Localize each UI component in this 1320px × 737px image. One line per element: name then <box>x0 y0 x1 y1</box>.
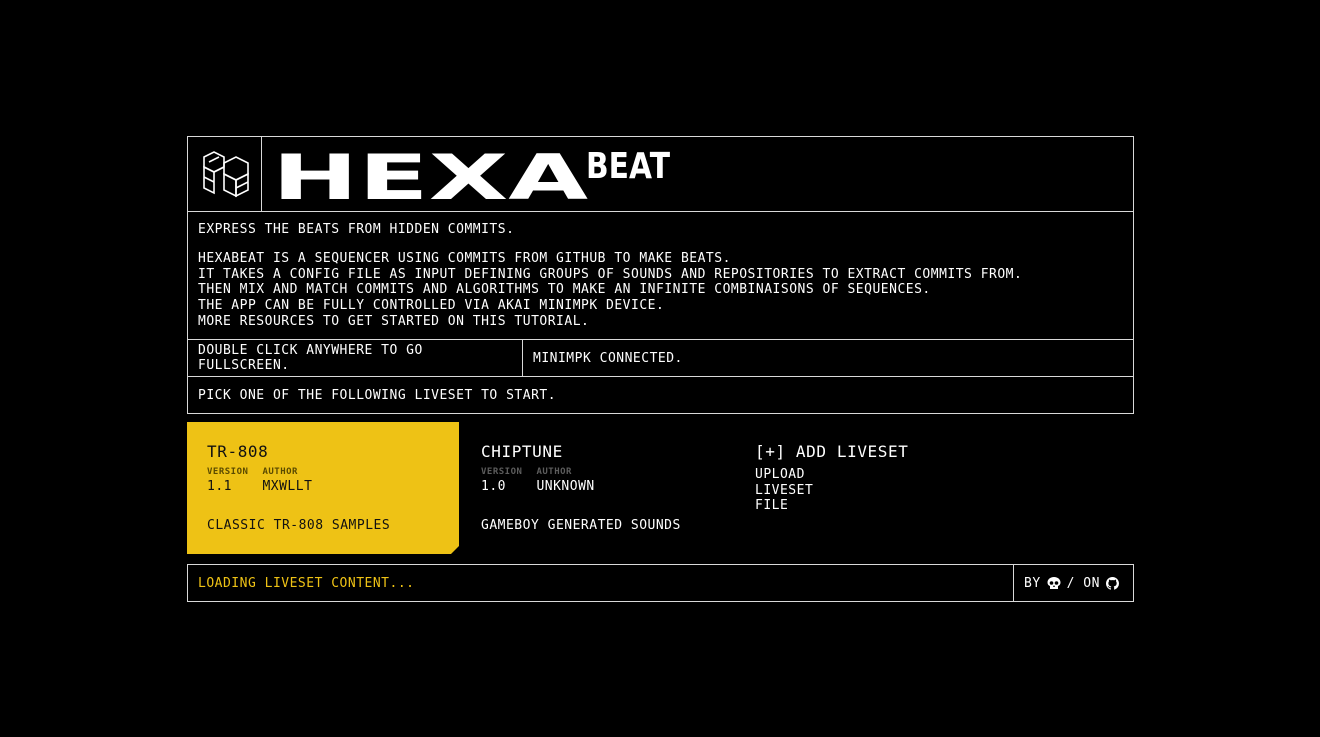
wordmark-main: HEXA <box>272 145 588 205</box>
pick-instruction: PICK ONE OF THE FOLLOWING LIVESET TO STA… <box>187 377 1134 414</box>
version-label: VERSION <box>207 467 249 477</box>
wordmark-sub: BEAT <box>586 146 670 187</box>
logo <box>188 137 262 211</box>
header: HEXA BEAT <box>187 136 1134 212</box>
upload-liveset-file-button[interactable]: UPLOAD LIVESET FILE <box>755 467 825 514</box>
liveset-list: TR-808 VERSION 1.1 AUTHOR MXWLLT CLASSIC… <box>187 422 1134 554</box>
intro-line: THEN MIX AND MATCH COMMITS AND ALGORITHM… <box>198 282 931 298</box>
status-row: DOUBLE CLICK ANYWHERE TO GO FULLSCREEN. … <box>187 340 1134 377</box>
intro-line: MORE RESOURCES TO GET STARTED ON THIS TU… <box>198 313 590 329</box>
author-label: AUTHOR <box>262 467 298 477</box>
intro-text: EXPRESS THE BEATS FROM HIDDEN COMMITS. H… <box>187 212 1134 340</box>
intro-line: THE APP CAN BE FULLY CONTROLLED VIA AKAI… <box>198 298 665 314</box>
hexabeat-hex-logo-icon <box>202 151 249 198</box>
liveset-name: CHIPTUNE <box>481 442 563 461</box>
credits: BY / ON <box>1014 565 1133 601</box>
author-label: AUTHOR <box>536 467 572 477</box>
liveset-description: GAMEBOY GENERATED SOUNDS <box>481 518 681 533</box>
author-value: MXWLLT <box>262 479 313 494</box>
github-icon <box>1105 576 1119 590</box>
version-value: 1.1 <box>207 479 232 494</box>
main-panel: HEXA BEAT EXPRESS THE BEATS FROM HIDDEN … <box>187 136 1134 414</box>
device-status: MINIMPK CONNECTED. <box>533 350 683 366</box>
liveset-meta: VERSION 1.0 AUTHOR UNKNOWN <box>481 467 711 494</box>
version-value: 1.0 <box>481 479 506 494</box>
github-link[interactable] <box>1105 576 1119 590</box>
intro-line: IT TAKES A CONFIG FILE AS INPUT DEFINING… <box>198 266 1023 282</box>
liveset-description: CLASSIC TR-808 SAMPLES <box>207 518 391 533</box>
intro-line: HEXABEAT IS A SEQUENCER USING COMMITS FR… <box>198 250 731 266</box>
fullscreen-hint: DOUBLE CLICK ANYWHERE TO GO FULLSCREEN. <box>188 340 523 376</box>
author-link[interactable] <box>1047 576 1061 590</box>
liveset-card-chiptune[interactable]: CHIPTUNE VERSION 1.0 AUTHOR UNKNOWN GAME… <box>459 422 731 554</box>
liveset-card-tr-808[interactable]: TR-808 VERSION 1.1 AUTHOR MXWLLT CLASSIC… <box>187 422 459 554</box>
liveset-meta: VERSION 1.1 AUTHOR MXWLLT <box>207 467 439 494</box>
add-liveset: [+] ADD LIVESET UPLOAD LIVESET FILE <box>731 422 991 554</box>
add-liveset-button[interactable]: [+] ADD LIVESET <box>755 442 971 461</box>
author-value: UNKNOWN <box>536 479 595 494</box>
version-label: VERSION <box>481 467 523 477</box>
by-label: BY <box>1024 575 1041 591</box>
liveset-name: TR-808 <box>207 442 269 461</box>
loading-status: LOADING LIVESET CONTENT... <box>188 565 1014 601</box>
on-label: / ON <box>1066 575 1100 591</box>
tagline: EXPRESS THE BEATS FROM HIDDEN COMMITS. <box>198 222 515 237</box>
skull-icon <box>1047 576 1061 589</box>
wordmark: HEXA BEAT <box>262 137 1133 211</box>
footer: LOADING LIVESET CONTENT... BY / ON <box>187 564 1134 602</box>
